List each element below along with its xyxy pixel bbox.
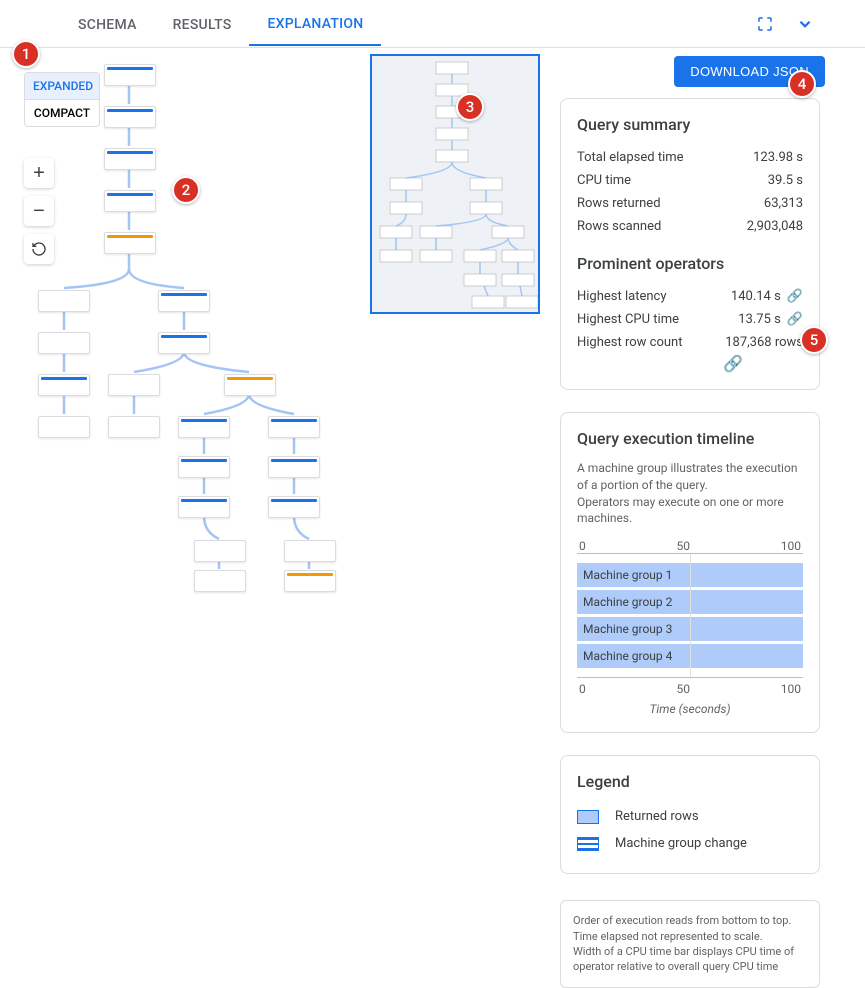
fullscreen-icon[interactable]	[753, 12, 777, 36]
tab-results[interactable]: RESULTS	[155, 3, 250, 45]
view-mode-expanded[interactable]: EXPANDED	[25, 73, 99, 100]
tab-explanation[interactable]: EXPLANATION	[249, 2, 381, 46]
timeline-bar: Machine group 4	[577, 644, 803, 668]
timeline-bars: Machine group 1 Machine group 2 Machine …	[577, 553, 803, 678]
link-icon[interactable]: 🔗	[787, 289, 803, 304]
zoom-in-button[interactable]: +	[24, 158, 54, 188]
metric-row: Total elapsed time123.98 s	[577, 146, 803, 169]
timeline-bar: Machine group 3	[577, 617, 803, 641]
legend-swatch-mg-change	[577, 837, 599, 851]
timeline-bar: Machine group 1	[577, 563, 803, 587]
legend-title: Legend	[577, 772, 803, 791]
zoom-reset-button[interactable]	[24, 234, 54, 264]
timeline-desc: A machine group illustrates the executio…	[577, 460, 803, 527]
chevron-down-icon[interactable]	[793, 12, 817, 36]
callout-3: 3	[456, 93, 484, 121]
callout-2: 2	[172, 176, 200, 204]
view-mode-compact[interactable]: COMPACT	[25, 100, 99, 126]
link-icon[interactable]: 🔗	[787, 312, 803, 327]
callout-1: 1	[12, 40, 40, 68]
metric-row: Rows scanned2,903,048	[577, 215, 803, 238]
timeline-axis-label: Time (seconds)	[577, 702, 803, 716]
query-summary-panel: Query summary Total elapsed time123.98 s…	[560, 98, 820, 390]
callout-4: 4	[788, 70, 816, 98]
metric-row: CPU time39.5 s	[577, 169, 803, 192]
disclaimer-panel: Order of execution reads from bottom to …	[560, 900, 820, 988]
view-mode-toggle: EXPANDED COMPACT	[24, 72, 100, 127]
timeline-axis-bottom: 050100	[577, 682, 803, 696]
legend-swatch-returned	[577, 810, 599, 824]
timeline-axis-top: 050100	[577, 539, 803, 553]
prominent-row: Highest CPU time13.75 s🔗	[577, 308, 803, 331]
tab-bar: SCHEMA RESULTS EXPLANATION	[0, 0, 865, 48]
prominent-row: Highest latency140.14 s🔗	[577, 285, 803, 308]
zoom-out-button[interactable]: −	[24, 196, 54, 226]
callout-5: 5	[800, 326, 828, 354]
query-summary-title: Query summary	[577, 115, 803, 134]
plan-tree-canvas[interactable]	[24, 54, 354, 584]
right-sidebar: Query summary Total elapsed time123.98 s…	[560, 98, 820, 988]
link-icon[interactable]: 🔗	[723, 354, 743, 373]
legend-item: Returned rows	[577, 803, 803, 830]
plan-minimap[interactable]	[370, 54, 540, 314]
timeline-title: Query execution timeline	[577, 429, 803, 448]
timeline-panel: Query execution timeline A machine group…	[560, 412, 820, 733]
tab-schema[interactable]: SCHEMA	[60, 3, 155, 45]
legend-item: Machine group change	[577, 830, 803, 857]
timeline-bar: Machine group 2	[577, 590, 803, 614]
metric-row: Rows returned63,313	[577, 192, 803, 215]
prominent-row: Highest row count187,368 rows	[577, 331, 803, 354]
legend-panel: Legend Returned rows Machine group chang…	[560, 755, 820, 874]
prominent-operators-title: Prominent operators	[577, 254, 803, 273]
